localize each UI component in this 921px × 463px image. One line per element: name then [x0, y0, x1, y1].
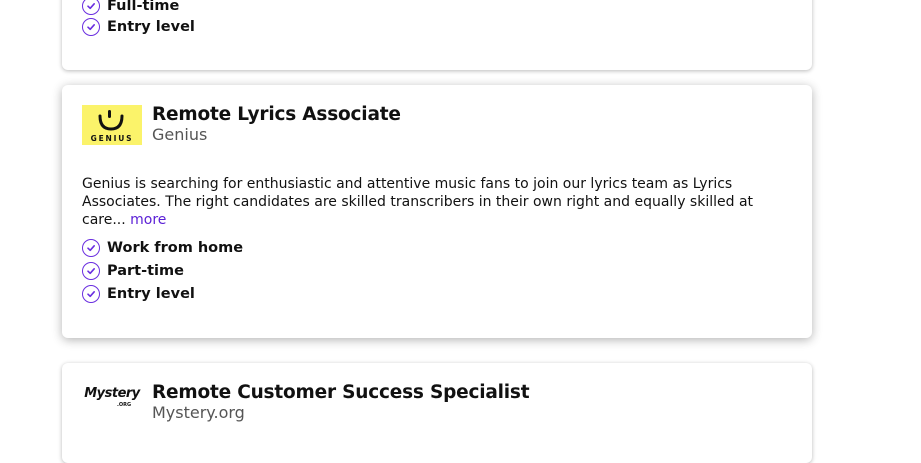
logo-text: GENIUS: [91, 134, 134, 143]
job-title[interactable]: Remote Lyrics Associate: [152, 104, 401, 125]
feature-item: Part-time: [82, 261, 184, 281]
feature-item: Work from home: [82, 238, 243, 258]
company-name: Mystery.org: [152, 403, 245, 422]
check-circle-icon: [82, 239, 100, 257]
logo-text: Mystery: [84, 386, 141, 401]
feature-label: Full-time: [107, 0, 180, 14]
job-card-previous[interactable]: Full-time Entry level: [62, 0, 812, 70]
feature-label: Part-time: [107, 263, 184, 279]
check-circle-icon: [82, 0, 100, 15]
job-card-remote-customer-success-specialist[interactable]: Mystery .ORG Remote Customer Success Spe…: [62, 363, 812, 463]
feature-label: Work from home: [107, 240, 244, 256]
check-circle-icon: [82, 18, 100, 36]
mystery-logo: Mystery .ORG: [82, 383, 142, 423]
feature-label: Entry level: [107, 286, 195, 302]
job-card-remote-lyrics-associate[interactable]: GENIUS Remote Lyrics Associate Genius Ge…: [62, 85, 812, 338]
more-link[interactable]: more: [130, 212, 166, 228]
company-name: Genius: [152, 125, 208, 144]
check-circle-icon: [82, 285, 100, 303]
check-circle-icon: [82, 262, 100, 280]
job-title[interactable]: Remote Customer Success Specialist: [152, 382, 530, 403]
feature-item: Entry level: [82, 17, 195, 37]
description-text: Genius is searching for enthusiastic and…: [82, 176, 754, 228]
job-description: Genius is searching for enthusiastic and…: [82, 175, 762, 229]
feature-item: Entry level: [82, 284, 195, 304]
feature-label: Entry level: [107, 19, 195, 35]
logo-subtext: .ORG: [117, 402, 131, 408]
genius-logo: GENIUS: [82, 105, 142, 145]
feature-item: Full-time: [82, 0, 179, 16]
